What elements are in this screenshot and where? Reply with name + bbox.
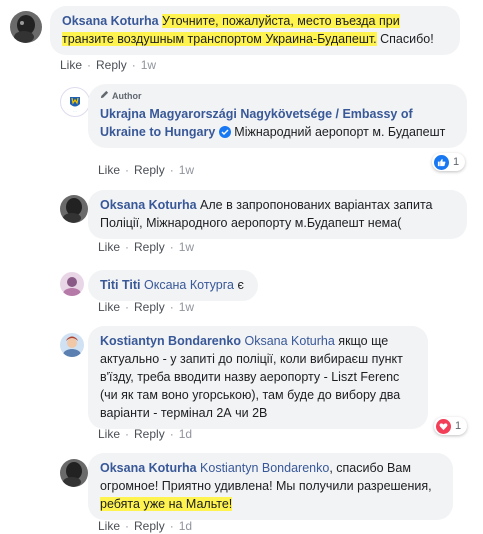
timestamp[interactable]: 1d [179, 519, 192, 533]
separator: · [169, 240, 174, 254]
comment-bubble: Kostiantyn Bondarenko Oksana Koturha якщ… [88, 326, 428, 429]
like-button[interactable]: Like [98, 163, 120, 177]
separator: · [169, 163, 174, 177]
separator: · [87, 58, 92, 72]
avatar[interactable] [60, 333, 84, 357]
separator: · [169, 427, 174, 441]
reaction-count: 1 [453, 156, 460, 168]
reply-button[interactable]: Reply [134, 240, 165, 254]
like-button[interactable]: Like [98, 300, 120, 314]
comment-text: є [233, 278, 244, 292]
reply-button[interactable]: Reply [134, 300, 165, 314]
reaction-count: 1 [455, 420, 462, 432]
comment-actions: Like · Reply · 1w [98, 163, 194, 177]
timestamp[interactable]: 1w [179, 240, 194, 254]
reply-button[interactable]: Reply [134, 163, 165, 177]
mention-link[interactable]: Оксана Котурга [144, 278, 234, 292]
comment-author[interactable]: Oksana Koturha [100, 461, 197, 475]
separator: · [131, 58, 136, 72]
like-button[interactable]: Like [60, 58, 82, 72]
separator: · [169, 519, 174, 533]
mention-link[interactable]: Kostiantyn Bondarenko [200, 461, 329, 475]
timestamp[interactable]: 1w [179, 163, 194, 177]
separator: · [169, 300, 174, 314]
comment-author[interactable]: Titi Titi [100, 278, 141, 292]
comment-bubble: Oksana Koturha Але в запропонованих варі… [88, 190, 467, 239]
comment-author[interactable]: Kostiantyn Bondarenko [100, 334, 241, 348]
avatar[interactable] [10, 11, 42, 43]
like-button[interactable]: Like [98, 519, 120, 533]
timestamp[interactable]: 1w [141, 58, 156, 72]
separator: · [125, 300, 130, 314]
pencil-icon [100, 90, 109, 102]
comment-bubble: Oksana Koturha Kostiantyn Bondarenko, сп… [88, 453, 453, 520]
comment-author[interactable]: Oksana Koturha [62, 14, 159, 28]
comment-bubble: Titi Titi Оксана Котурга є [88, 270, 258, 301]
reply-button[interactable]: Reply [134, 519, 165, 533]
timestamp[interactable]: 1d [179, 427, 192, 441]
like-reaction-icon [434, 154, 449, 170]
avatar[interactable] [60, 195, 88, 223]
separator: · [125, 240, 130, 254]
comment-author[interactable]: Oksana Koturha [100, 198, 197, 212]
like-button[interactable]: Like [98, 240, 120, 254]
svg-text:· · ·: · · · [73, 109, 78, 113]
timestamp[interactable]: 1w [179, 300, 194, 314]
comment-actions: Like · Reply · 1w [60, 58, 156, 72]
author-badge: Author [100, 90, 455, 102]
mention-link[interactable]: Oksana Koturha [244, 334, 334, 348]
comment-bubble: Oksana Koturha Уточните, пожалуйста, мес… [50, 6, 460, 55]
author-badge-label: Author [112, 91, 142, 101]
reply-button[interactable]: Reply [96, 58, 127, 72]
avatar[interactable]: · · · [60, 87, 90, 117]
reply-button[interactable]: Reply [134, 427, 165, 441]
love-reaction-icon [436, 418, 451, 434]
comment-actions: Like · Reply · 1d [98, 519, 192, 533]
comment-actions: Like · Reply · 1w [98, 300, 194, 314]
like-button[interactable]: Like [98, 427, 120, 441]
comment-actions: Like · Reply · 1w [98, 240, 194, 254]
avatar[interactable] [60, 272, 84, 296]
separator: · [125, 427, 130, 441]
reaction-summary[interactable]: 1 [434, 417, 468, 435]
comment-text-highlighted: ребята уже на Мальте! [100, 497, 233, 511]
comment-text: Спасибо! [376, 32, 434, 46]
avatar[interactable] [60, 459, 88, 487]
comment-actions: Like · Reply · 1d [98, 427, 192, 441]
separator: · [125, 163, 130, 177]
reaction-summary[interactable]: 1 [432, 153, 466, 171]
verified-badge-icon [218, 126, 231, 138]
comment-text: Міжнародний аеропорт м. Будапешт [234, 125, 446, 139]
comment-bubble: Author Ukrajna Magyarországi Nagykövetsé… [88, 84, 467, 148]
separator: · [125, 519, 130, 533]
